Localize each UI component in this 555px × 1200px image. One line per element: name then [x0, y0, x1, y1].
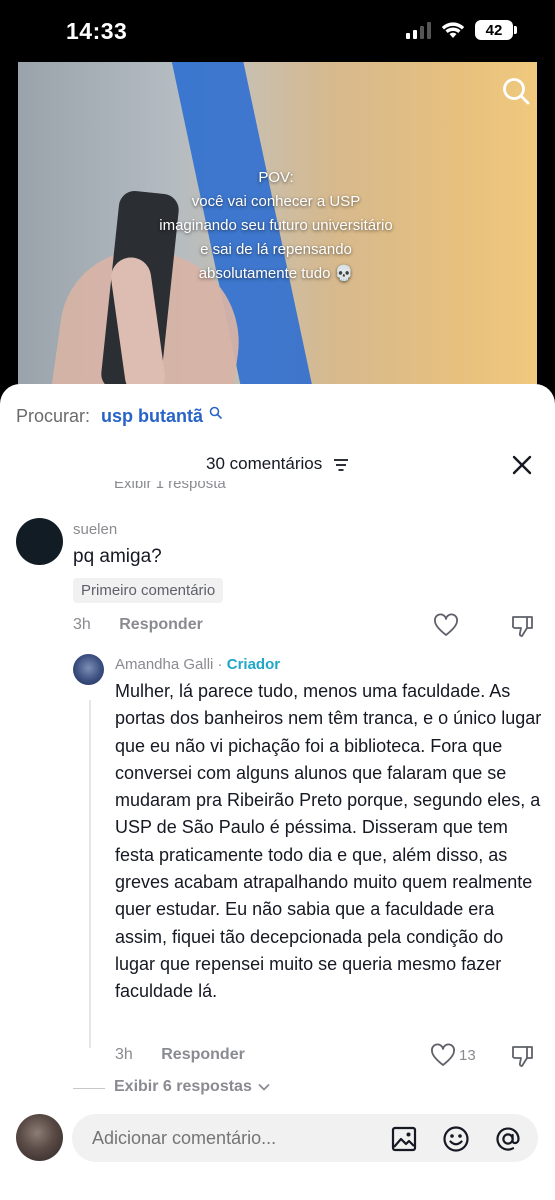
- comment-time: 3h: [73, 616, 91, 633]
- comment-meta: 3h Responder: [73, 616, 203, 634]
- like-count: 13: [459, 1047, 476, 1064]
- search-suggestion[interactable]: Procurar: usp butantã: [16, 406, 222, 427]
- status-bar: 14:33 42: [0, 0, 555, 62]
- cellular-signal-icon: [406, 21, 431, 39]
- reply-username[interactable]: Amandha Galli: [115, 656, 213, 673]
- search-icon[interactable]: [501, 76, 531, 106]
- video-overlay-text: POV: você vai conhecer a USP imaginando …: [138, 166, 414, 286]
- overlay-line: e sai de lá repensando: [200, 241, 352, 258]
- comment-text: pq amiga?: [73, 546, 162, 567]
- comments-count: 30 comentários: [206, 454, 323, 473]
- comment-input-bar: [0, 1108, 555, 1184]
- overlay-line: absolutamente tudo 💀: [198, 265, 354, 282]
- creator-avatar[interactable]: [73, 654, 104, 685]
- first-comment-badge: Primeiro comentário: [73, 578, 224, 603]
- reply-thread-line: [89, 700, 91, 1048]
- reply-button[interactable]: Responder: [161, 1046, 245, 1063]
- mention-icon[interactable]: [494, 1125, 522, 1153]
- battery-indicator: 42: [475, 20, 517, 40]
- view-replies-button[interactable]: Exibir 6 respostas: [114, 1078, 270, 1096]
- close-icon[interactable]: [511, 454, 533, 476]
- separator: ·: [213, 656, 227, 673]
- reply-username-row: Amandha Galli · Criador: [115, 656, 280, 673]
- search-query-link[interactable]: usp butantã: [101, 406, 203, 426]
- overlay-line: você vai conhecer a USP: [191, 193, 361, 210]
- heart-icon[interactable]: [430, 1043, 456, 1069]
- creator-label: Criador: [226, 656, 281, 673]
- chevron-down-icon: [258, 1083, 270, 1091]
- reply-text: Mulher, lá parece tudo, menos uma faculd…: [115, 681, 542, 1002]
- divider: [73, 1088, 105, 1089]
- heart-icon[interactable]: [433, 613, 459, 639]
- wifi-icon: [441, 22, 465, 38]
- status-time: 14:33: [66, 18, 128, 44]
- overlay-line: POV:: [258, 169, 294, 186]
- avatar[interactable]: [16, 518, 63, 565]
- comments-header: 30 comentários: [0, 454, 555, 474]
- search-label: Procurar:: [16, 406, 91, 426]
- user-avatar: [16, 1114, 63, 1161]
- reply-time: 3h: [115, 1046, 133, 1063]
- dislike-icon[interactable]: [510, 1043, 536, 1069]
- comment-username[interactable]: suelen: [73, 521, 117, 538]
- video-player[interactable]: POV: você vai conhecer a USP imaginando …: [18, 62, 537, 402]
- search-icon: [209, 406, 222, 419]
- overlay-line: imaginando seu futuro universitário: [159, 217, 393, 234]
- filter-icon[interactable]: [333, 458, 349, 472]
- reply-meta: 3h Responder: [115, 1046, 245, 1064]
- view-replies-label: Exibir 6 respostas: [114, 1078, 252, 1095]
- image-icon[interactable]: [390, 1125, 418, 1153]
- reply-button[interactable]: Responder: [119, 616, 203, 633]
- collapsed-replies-link[interactable]: Exibir 1 resposta: [114, 481, 226, 493]
- emoji-icon[interactable]: [442, 1125, 470, 1153]
- status-icons: 42: [406, 20, 517, 40]
- comments-sheet: Procurar: usp butantã 30 comentários Exi…: [0, 384, 555, 1200]
- dislike-icon[interactable]: [510, 613, 536, 639]
